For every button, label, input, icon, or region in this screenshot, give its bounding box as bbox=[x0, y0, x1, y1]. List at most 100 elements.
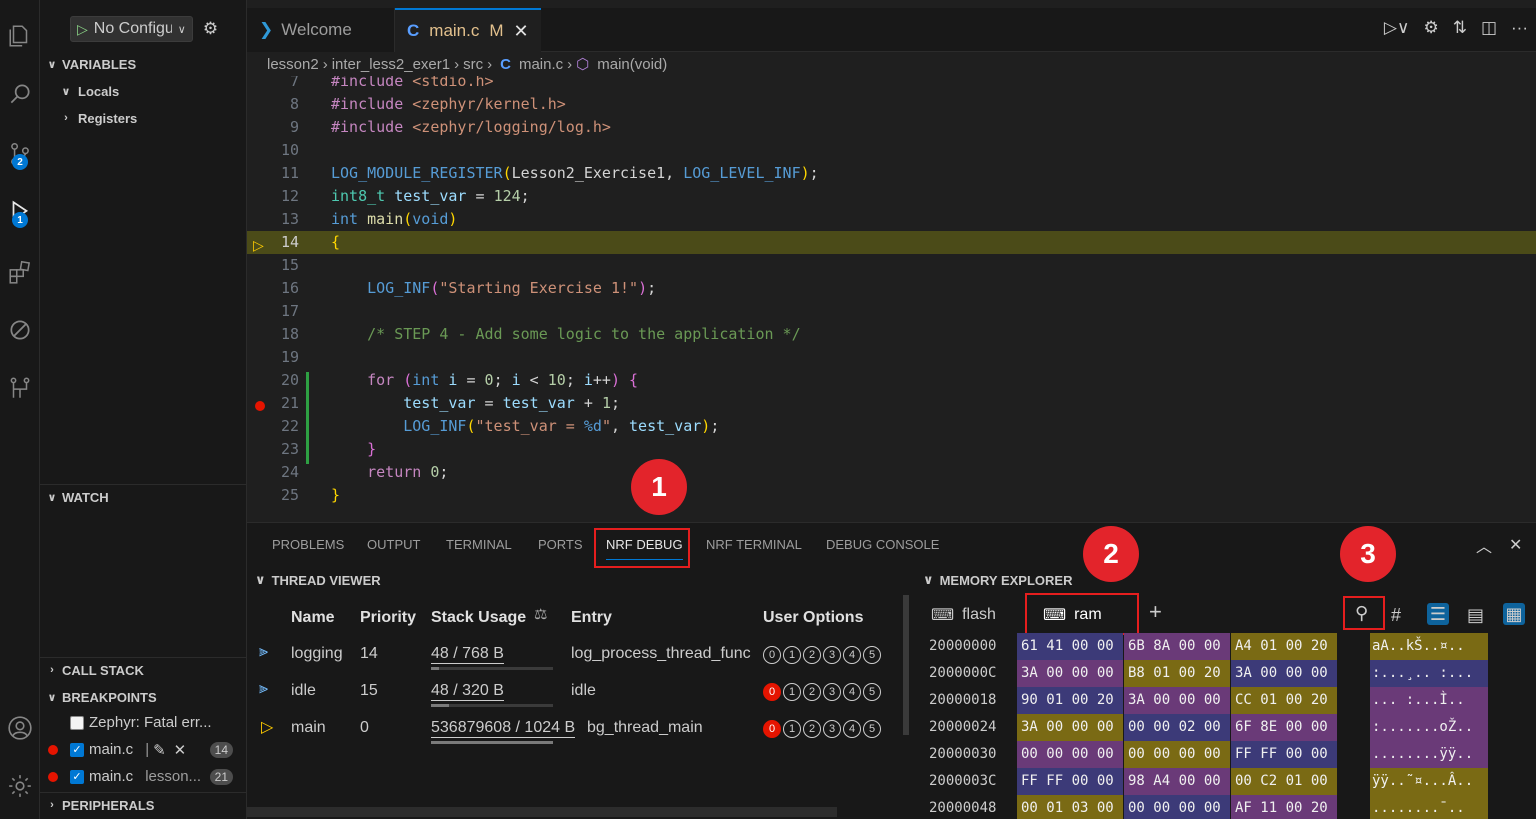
source-control-icon[interactable]: 2 bbox=[0, 134, 40, 174]
tab-terminal[interactable]: TERMINAL bbox=[446, 537, 512, 552]
device-tree-icon[interactable] bbox=[0, 368, 40, 408]
run-debug-icon[interactable]: 1 bbox=[0, 192, 40, 232]
breakpoint-item[interactable]: ✓ main.c lesson... 21 bbox=[40, 763, 247, 790]
memory-word[interactable]: 00 00 02 00 bbox=[1124, 714, 1230, 741]
breakpoint-checkbox[interactable]: ✓ bbox=[70, 742, 84, 757]
memory-word[interactable]: 6B 8A 00 00 bbox=[1124, 633, 1230, 660]
memory-word[interactable]: 00 C2 01 00 bbox=[1231, 768, 1337, 795]
run-debug-dropdown-icon[interactable]: ▷∨ bbox=[1384, 18, 1410, 38]
memory-word[interactable]: FF FF 00 00 bbox=[1231, 741, 1337, 768]
locals-scope[interactable]: ∨ Locals bbox=[58, 80, 120, 102]
variables-section-header[interactable]: ∨ VARIABLES bbox=[40, 53, 247, 75]
tab-main-c[interactable]: C main.c M ✕ bbox=[395, 8, 541, 52]
table-row[interactable]: ▷ main 0 536879608 / 1024 B bg_thread_ma… bbox=[247, 711, 907, 747]
memory-tab-flash[interactable]: ⌨ flash bbox=[931, 605, 996, 625]
breadcrumb-item[interactable]: lesson2 bbox=[267, 56, 319, 73]
breakpoint-item[interactable]: ✓ main.c | ✎ ✕ 14 bbox=[40, 736, 247, 763]
breadcrumb-item[interactable]: main.c bbox=[519, 56, 563, 73]
call-stack-section-header[interactable]: › CALL STACK bbox=[40, 659, 247, 681]
memory-word[interactable]: 00 01 03 00 bbox=[1017, 795, 1123, 819]
code-line: 18 /* STEP 4 - Add some logic to the app… bbox=[280, 325, 801, 343]
breadcrumb-item[interactable]: inter_less2_exer1 bbox=[332, 56, 450, 73]
tab-debug-console[interactable]: DEBUG CONSOLE bbox=[826, 537, 939, 552]
memory-word[interactable]: 3A 00 00 00 bbox=[1017, 714, 1123, 741]
memory-word[interactable]: B8 01 00 20 bbox=[1124, 660, 1230, 687]
manage-gear-icon[interactable] bbox=[0, 766, 40, 806]
search-icon[interactable] bbox=[0, 74, 40, 114]
memory-chip-icon: ⌨ bbox=[931, 607, 955, 624]
breakpoint-dot[interactable] bbox=[255, 401, 265, 411]
memory-word[interactable]: 00 00 00 00 bbox=[1124, 795, 1230, 819]
memory-word[interactable]: 00 00 00 00 bbox=[1124, 741, 1230, 768]
memory-address: 20000048 bbox=[929, 800, 997, 816]
memory-explorer-header[interactable]: ∨ MEMORY EXPLORER bbox=[923, 571, 1072, 589]
memory-word[interactable]: 6F 8E 00 00 bbox=[1231, 714, 1337, 741]
edit-breakpoint-icon[interactable]: | bbox=[145, 741, 149, 758]
close-panel-icon[interactable]: ✕ bbox=[1509, 535, 1522, 555]
data-view-icon[interactable]: ☰ bbox=[1427, 603, 1449, 625]
memory-word[interactable]: 90 01 00 20 bbox=[1017, 687, 1123, 714]
memory-explorer-title: MEMORY EXPLORER bbox=[939, 572, 1073, 588]
split-editor-icon[interactable]: ◫ bbox=[1481, 18, 1497, 38]
memory-ascii: ........ÿÿ.. bbox=[1370, 741, 1488, 768]
breadcrumb-item[interactable]: main(void) bbox=[597, 56, 667, 73]
peripherals-section-header[interactable]: › PERIPHERALS bbox=[40, 794, 247, 816]
remove-breakpoint-icon[interactable]: ✕ bbox=[174, 741, 187, 759]
tab-welcome[interactable]: ❯ Welcome bbox=[247, 8, 395, 52]
registers-scope[interactable]: › Registers bbox=[58, 107, 137, 129]
thread-viewer-header[interactable]: ∨ THREAD VIEWER bbox=[255, 571, 381, 589]
tab-problems[interactable]: PROBLEMS bbox=[272, 537, 344, 552]
thread-viewer-scrollbar[interactable] bbox=[903, 595, 909, 735]
memory-row[interactable]: 20000048 00 01 03 00 00 00 00 00 AF 11 0… bbox=[927, 795, 1488, 819]
memory-row[interactable]: 20000024 3A 00 00 00 00 00 02 00 6F 8E 0… bbox=[927, 714, 1488, 741]
thread-viewer-h-scrollbar[interactable] bbox=[247, 807, 837, 817]
tab-ports[interactable]: PORTS bbox=[538, 537, 583, 552]
breakpoint-checkbox[interactable] bbox=[70, 715, 84, 730]
pencil-icon[interactable]: ✎ bbox=[153, 741, 166, 759]
code-editor[interactable]: 7 #include <stdio.h> 8 #include <zephyr/ke… bbox=[247, 76, 1536, 521]
accounts-icon[interactable] bbox=[0, 708, 40, 748]
tab-output[interactable]: OUTPUT bbox=[367, 537, 420, 552]
document-icon[interactable]: ▤ bbox=[1467, 605, 1484, 626]
breadcrumb-item[interactable]: src bbox=[463, 56, 483, 73]
memory-row[interactable]: 20000030 00 00 00 00 00 00 00 00 FF FF 0… bbox=[927, 741, 1488, 768]
maximize-panel-icon[interactable]: ︿ bbox=[1476, 533, 1492, 557]
memory-word[interactable]: 3A 00 00 00 bbox=[1124, 687, 1230, 714]
thread-entry: idle bbox=[571, 682, 596, 699]
debug-config-dropdown[interactable]: ▷ No Configu ∨ bbox=[70, 16, 193, 42]
stack-watermark-icon[interactable]: ⚖ bbox=[534, 605, 547, 623]
more-actions-icon[interactable]: ··· bbox=[1511, 18, 1528, 38]
hash-icon[interactable]: # bbox=[1391, 605, 1401, 626]
compare-changes-icon[interactable]: ⇅ bbox=[1453, 18, 1467, 38]
add-memory-tab-icon[interactable]: + bbox=[1149, 599, 1162, 625]
memory-word[interactable]: AF 11 00 20 bbox=[1231, 795, 1337, 819]
start-debugging-icon[interactable]: ▷ bbox=[77, 21, 88, 38]
watch-section-header[interactable]: ∨ WATCH bbox=[40, 486, 247, 508]
settings-gear-icon[interactable]: ⚙ bbox=[1423, 18, 1438, 38]
memory-word[interactable]: 3A 00 00 00 bbox=[1017, 660, 1123, 687]
memory-word[interactable]: 61 41 00 00 bbox=[1017, 633, 1123, 660]
memory-row[interactable]: 2000000C 3A 00 00 00 B8 01 00 20 3A 00 0… bbox=[927, 660, 1488, 687]
tab-nrf-terminal[interactable]: NRF TERMINAL bbox=[706, 537, 802, 552]
memory-word[interactable]: A4 01 00 20 bbox=[1231, 633, 1337, 660]
breakpoint-item[interactable]: Zephyr: Fatal err... bbox=[40, 709, 247, 736]
memory-row[interactable]: 20000000 61 41 00 00 6B 8A 00 00 A4 01 0… bbox=[927, 633, 1488, 660]
explorer-icon[interactable] bbox=[0, 16, 40, 56]
memory-word[interactable]: FF FF 00 00 bbox=[1017, 768, 1123, 795]
close-icon[interactable]: ✕ bbox=[514, 21, 529, 42]
breakpoints-section-header[interactable]: ∨ BREAKPOINTS bbox=[40, 686, 247, 708]
debug-settings-gear-icon[interactable]: ⚙ bbox=[203, 19, 218, 39]
extensions-icon[interactable] bbox=[0, 252, 40, 292]
breakpoint-checkbox[interactable]: ✓ bbox=[70, 769, 84, 784]
table-row[interactable]: ⫸ logging 14 48 / 768 B log_process_thre… bbox=[247, 637, 907, 673]
ascii-view-icon[interactable]: ▦ bbox=[1503, 603, 1525, 625]
memory-row[interactable]: 20000018 90 01 00 20 3A 00 00 00 CC 01 0… bbox=[927, 687, 1488, 714]
memory-word[interactable]: 00 00 00 00 bbox=[1017, 741, 1123, 768]
memory-word[interactable]: 3A 00 00 00 bbox=[1231, 660, 1337, 687]
thread-entry: bg_thread_main bbox=[587, 719, 703, 736]
memory-word[interactable]: CC 01 00 20 bbox=[1231, 687, 1337, 714]
memory-word[interactable]: 98 A4 00 00 bbox=[1124, 768, 1230, 795]
table-row[interactable]: ⫸ idle 15 48 / 320 B idle 012345 bbox=[247, 674, 907, 710]
nrf-connect-icon[interactable] bbox=[0, 310, 40, 350]
memory-row[interactable]: 2000003C FF FF 00 00 98 A4 00 00 00 C2 0… bbox=[927, 768, 1488, 795]
